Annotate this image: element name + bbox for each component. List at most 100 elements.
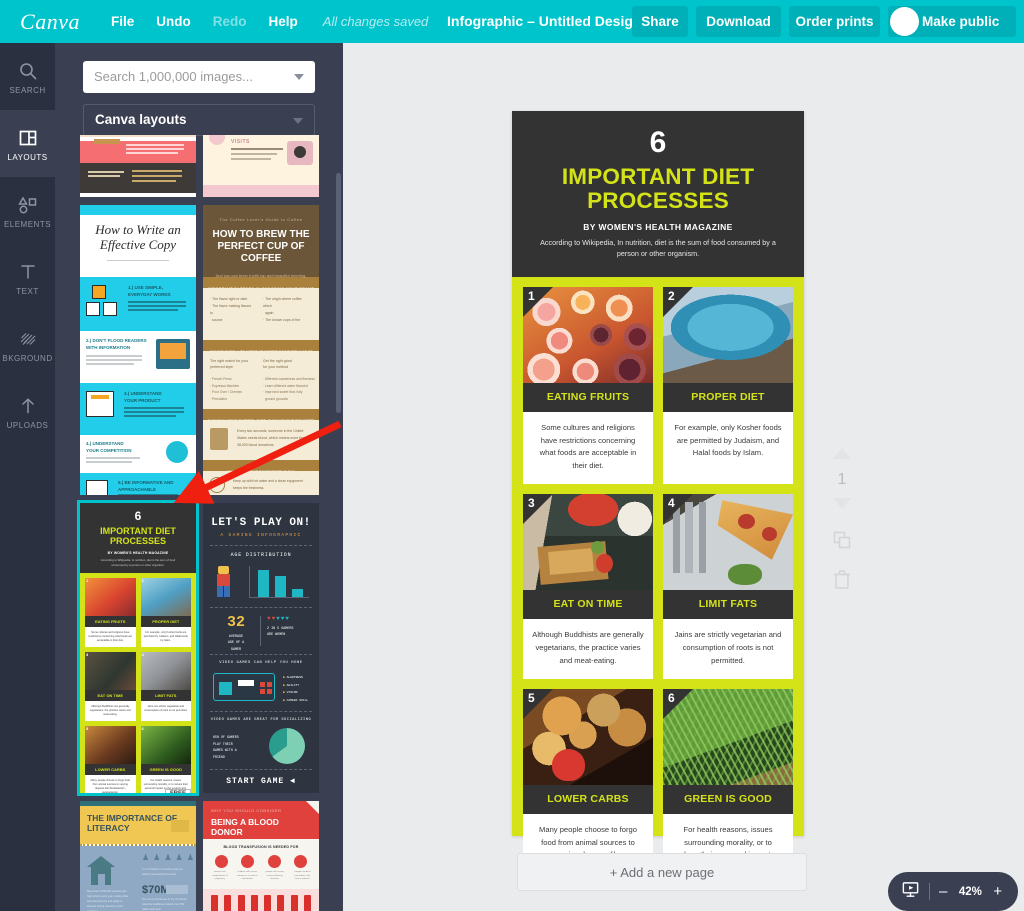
delete-page-icon[interactable] <box>833 569 851 594</box>
infographic-card-grid: 1 EATING FRUITS Some cultures and religi… <box>512 277 804 898</box>
download-button[interactable]: Download <box>696 6 781 37</box>
thumb-eyebrow: WHY YOU SHOULD CONSIDER <box>211 808 282 813</box>
present-icon[interactable] <box>901 880 920 904</box>
card-caption-1: EATING FRUITS <box>523 383 653 413</box>
sidebar-item-layouts[interactable]: LAYOUTS <box>0 110 55 177</box>
zoom-divider <box>929 883 930 900</box>
infographic-card-4[interactable]: 4 LIMIT FATS Jains are strictly vegetari… <box>663 494 793 680</box>
zoom-out-button[interactable]: – <box>939 884 947 899</box>
menu-help[interactable]: Help <box>258 0 309 43</box>
layout-thumbnail-list[interactable]: VISITS How to Write an Effective Copy 1.… <box>55 135 343 911</box>
sidebar-label-elements: ELEMENTS <box>3 219 52 229</box>
photo-salad-bowl: 2 <box>663 287 793 384</box>
card-caption-6: GREEN IS GOOD <box>663 785 793 815</box>
sidebar-item-elements[interactable]: ELEMENTS <box>0 177 55 244</box>
photo-citrus-fruits: 1 <box>523 287 653 384</box>
category-select-label: Canva layouts <box>95 112 187 127</box>
sidebar-label-layouts: LAYOUTS <box>7 152 48 162</box>
make-public-toggle[interactable] <box>890 7 919 36</box>
canva-logo[interactable]: Canva <box>0 9 100 35</box>
list-item[interactable] <box>80 135 196 197</box>
card-caption-3: EAT ON TIME <box>523 590 653 620</box>
infographic-subtitle: According to Wikipedia, In nutrition, di… <box>540 238 776 259</box>
thumb-subtitle: A GAMING INFOGRAPHIC <box>220 533 302 538</box>
zoom-level: 42% <box>958 885 982 898</box>
design-canvas[interactable]: 6 IMPORTANT DIET PROCESSES BY WOMEN'S HE… <box>343 43 1024 911</box>
sidebar-item-bkground[interactable]: BKGROUND <box>0 311 55 378</box>
thumb-title: How to Write an Effective Copy <box>95 222 181 252</box>
card-body-1: Some cultures and religions have restric… <box>539 423 637 470</box>
card-body-3: Although Buddhists are generally vegetar… <box>532 630 644 665</box>
sidebar-item-uploads[interactable]: UPLOADS <box>0 378 55 445</box>
sidebar-label-background: TEXT <box>16 286 39 296</box>
thumb-title: LET'S PLAY ON! <box>211 517 311 529</box>
document-title[interactable]: Infographic – Untitled Design <box>447 0 641 43</box>
free-badge: FREE <box>164 789 191 793</box>
card-number-6: 6 <box>663 689 693 720</box>
card-number-5: 5 <box>523 689 553 720</box>
list-item[interactable]: THE IMPORTANCE OF LITERACY ♟♟♟♟♟ 4 in 5 … <box>80 801 196 911</box>
card-body-4: Jains are strictly vegetarian and consum… <box>674 630 782 665</box>
card-caption-2: PROPER DIET <box>663 383 793 413</box>
page-number: 1 <box>837 471 847 488</box>
layouts-panel: Canva layouts <box>55 43 343 911</box>
list-item[interactable]: WHY YOU SHOULD CONSIDER BEING A BLOOD DO… <box>203 801 319 911</box>
card-caption-5: LOWER CARBS <box>523 785 653 815</box>
sidebar-label-bkground: BKGROUND <box>2 353 53 363</box>
sidebar-label-search: SEARCH <box>9 85 46 95</box>
panel-scrollbar[interactable] <box>336 173 341 413</box>
menu-undo[interactable]: Undo <box>145 0 202 43</box>
move-page-down-icon[interactable] <box>833 496 851 514</box>
elements-icon <box>17 193 39 217</box>
list-item[interactable]: How to Write an Effective Copy 1.) USE S… <box>80 205 196 495</box>
upload-icon <box>18 394 38 418</box>
thumb-title: BEING A BLOOD DONOR <box>211 817 279 837</box>
list-item[interactable]: VISITS <box>203 135 319 197</box>
infographic-title: IMPORTANT DIET PROCESSES <box>561 163 755 213</box>
card-body-2: For example, only Kosher foods are permi… <box>674 423 782 458</box>
save-status: All changes saved <box>322 14 429 29</box>
infographic-byline: BY WOMEN'S HEALTH MAGAZINE <box>583 222 733 233</box>
sidebar-label-uploads: UPLOADS <box>6 420 49 430</box>
infographic-card-3[interactable]: 3 EAT ON TIME Although Buddhists are gen… <box>523 494 653 680</box>
card-caption-4: LIMIT FATS <box>663 590 793 620</box>
card-number-2: 2 <box>663 287 693 318</box>
menu-redo[interactable]: Redo <box>202 0 258 43</box>
list-item[interactable]: LET'S PLAY ON! A GAMING INFOGRAPHIC AGE … <box>203 503 319 793</box>
card-number-1: 1 <box>523 287 553 318</box>
move-page-up-icon[interactable] <box>833 446 851 464</box>
zoom-in-button[interactable]: + <box>993 884 1002 899</box>
canva-editor: Canva File Undo Redo Help All changes sa… <box>0 0 1024 911</box>
duplicate-page-icon[interactable] <box>832 530 852 555</box>
text-icon <box>18 260 38 284</box>
photo-waffles-chocolate: 5 <box>523 689 653 786</box>
search-icon <box>18 59 38 83</box>
list-item[interactable]: The Coffee Lover's Guide to Coffee HOW T… <box>203 205 319 495</box>
menu-file[interactable]: File <box>100 0 145 43</box>
photo-green-beans: 6 <box>663 689 793 786</box>
photo-pizza-slice: 4 <box>663 494 793 591</box>
order-prints-button[interactable]: Order prints <box>789 6 880 37</box>
photo-breakfast-table: 3 <box>523 494 653 591</box>
chevron-down-icon[interactable] <box>294 74 304 80</box>
infographic-number: 6 <box>649 126 667 159</box>
thumb-title: HOW TO BREW THE PERFECT CUP OF COFFEE <box>212 229 310 264</box>
category-select[interactable]: Canva layouts <box>83 104 315 136</box>
zoom-toolbar: – 42% + <box>888 872 1018 911</box>
background-icon <box>18 327 38 351</box>
add-new-page-button[interactable]: + Add a new page <box>517 853 807 891</box>
sidebar-item-search[interactable]: SEARCH <box>0 43 55 110</box>
list-item-selected-diet[interactable]: 6 IMPORTANT DIET PROCESSES BY WOMEN'S HEA… <box>77 500 199 796</box>
chevron-down-icon-category[interactable] <box>293 118 303 124</box>
search-input[interactable] <box>83 61 283 91</box>
card-number-4: 4 <box>663 494 693 525</box>
page-controls: 1 <box>821 446 863 594</box>
card-number-3: 3 <box>523 494 553 525</box>
sidebar-item-text[interactable]: TEXT <box>0 244 55 311</box>
thumb-title: VISITS <box>231 139 250 145</box>
infographic-page[interactable]: 6 IMPORTANT DIET PROCESSES BY WOMEN'S HE… <box>512 111 804 887</box>
infographic-header: 6 IMPORTANT DIET PROCESSES BY WOMEN'S HE… <box>512 111 804 278</box>
infographic-card-1[interactable]: 1 EATING FRUITS Some cultures and religi… <box>523 287 653 485</box>
infographic-card-2[interactable]: 2 PROPER DIET For example, only Kosher f… <box>663 287 793 485</box>
share-button[interactable]: Share <box>632 6 688 37</box>
